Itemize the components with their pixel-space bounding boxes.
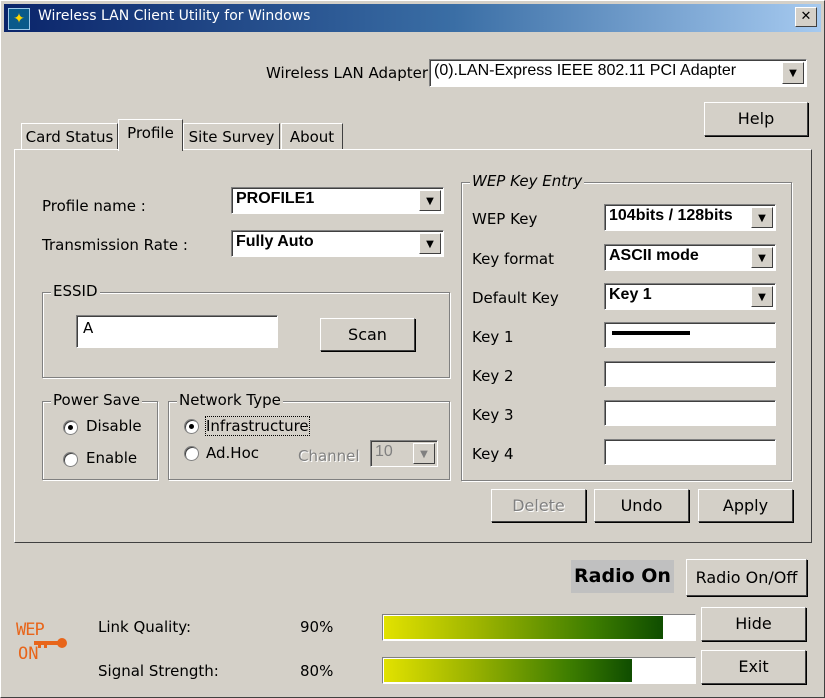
key-format-select[interactable]: ASCII mode ▼	[604, 244, 776, 271]
key2-label: Key 2	[472, 367, 514, 385]
signal-strength-label: Signal Strength:	[98, 662, 219, 680]
hide-button[interactable]: Hide	[701, 607, 806, 641]
exit-button[interactable]: Exit	[701, 650, 806, 684]
app-window: ✦ Wireless LAN Client Utility for Window…	[0, 0, 825, 698]
title-bar[interactable]: ✦ Wireless LAN Client Utility for Window…	[4, 4, 821, 32]
key3-label: Key 3	[472, 406, 514, 424]
window-title: Wireless LAN Client Utility for Windows	[38, 8, 311, 24]
default-key-label: Default Key	[472, 289, 559, 307]
wep-key-value: 104bits / 128bits	[609, 207, 733, 224]
key1-input[interactable]	[604, 322, 776, 348]
profile-name-select[interactable]: PROFILE1 ▼	[231, 187, 444, 214]
power-save-enable-label[interactable]: Enable	[86, 449, 137, 467]
signal-strength-bar	[382, 657, 696, 684]
chevron-down-icon[interactable]: ▼	[419, 233, 441, 254]
apply-button[interactable]: Apply	[698, 489, 793, 522]
app-icon: ✦	[8, 8, 30, 30]
wep-status-icon: WEP ON	[16, 620, 68, 672]
chevron-down-icon: ▼	[413, 443, 435, 464]
key1-label: Key 1	[472, 328, 514, 346]
wep-key-select[interactable]: 104bits / 128bits ▼	[604, 204, 776, 231]
help-button[interactable]: Help	[704, 102, 808, 136]
chevron-down-icon[interactable]: ▼	[751, 247, 773, 268]
key-format-label: Key format	[472, 250, 555, 268]
key4-label: Key 4	[472, 445, 514, 463]
link-quality-label: Link Quality:	[98, 618, 192, 636]
link-quality-fill	[384, 616, 663, 639]
power-save-title: Power Save	[51, 391, 142, 409]
delete-button[interactable]: Delete	[491, 489, 586, 522]
essid-input[interactable]: A	[76, 315, 278, 348]
profile-name-label: Profile name :	[42, 197, 146, 215]
adapter-select[interactable]: (0).LAN-Express IEEE 802.11 PCI Adapter …	[429, 59, 807, 87]
signal-strength-fill	[384, 659, 632, 682]
link-quality-value: 90%	[300, 618, 334, 636]
radio-status-indicator: Radio On	[571, 560, 674, 593]
power-save-disable-radio[interactable]	[63, 420, 78, 435]
tab-about[interactable]: About	[281, 123, 343, 150]
key-format-value: ASCII mode	[609, 247, 699, 264]
transmission-rate-value: Fully Auto	[236, 233, 314, 250]
default-key-value: Key 1	[609, 286, 652, 303]
power-save-group: Power Save	[42, 391, 158, 480]
essid-group-title: ESSID	[51, 282, 100, 300]
channel-value: 10	[375, 443, 393, 460]
tab-card-status[interactable]: Card Status	[21, 123, 118, 150]
chevron-down-icon[interactable]: ▼	[419, 190, 441, 211]
signal-strength-value: 80%	[300, 662, 334, 680]
masked-key-text	[612, 331, 690, 335]
adhoc-radio[interactable]	[184, 446, 199, 461]
power-save-disable-label[interactable]: Disable	[86, 417, 142, 435]
network-type-title: Network Type	[177, 391, 283, 409]
key3-input[interactable]	[604, 400, 776, 426]
close-button[interactable]: ✕	[795, 7, 817, 27]
key2-input[interactable]	[604, 361, 776, 387]
transmission-rate-select[interactable]: Fully Auto ▼	[231, 230, 444, 257]
default-key-select[interactable]: Key 1 ▼	[604, 283, 776, 310]
radio-toggle-button[interactable]: Radio On/Off	[686, 559, 807, 596]
infrastructure-label[interactable]: Infrastructure	[205, 416, 310, 436]
wep-key-label: WEP Key	[472, 210, 538, 228]
key4-input[interactable]	[604, 439, 776, 465]
adapter-label: Wireless LAN Adapter	[266, 64, 428, 82]
transmission-rate-label: Transmission Rate :	[42, 236, 188, 254]
tab-profile[interactable]: Profile	[118, 119, 183, 151]
chevron-down-icon[interactable]: ▼	[751, 286, 773, 307]
chevron-down-icon[interactable]: ▼	[751, 207, 773, 228]
profile-name-value: PROFILE1	[236, 190, 315, 207]
key-icon	[34, 634, 68, 648]
channel-select[interactable]: 10 ▼	[370, 440, 438, 467]
chevron-down-icon[interactable]: ▼	[782, 62, 804, 84]
power-save-enable-radio[interactable]	[63, 452, 78, 467]
adapter-value: (0).LAN-Express IEEE 802.11 PCI Adapter	[434, 62, 737, 79]
adhoc-label[interactable]: Ad.Hoc	[206, 444, 259, 462]
undo-button[interactable]: Undo	[594, 489, 689, 522]
infrastructure-radio[interactable]	[184, 419, 199, 434]
scan-button[interactable]: Scan	[320, 318, 415, 351]
tab-site-survey[interactable]: Site Survey	[183, 123, 280, 150]
wep-key-entry-title: WEP Key Entry	[470, 172, 585, 190]
link-quality-bar	[382, 614, 696, 641]
channel-label: Channel	[298, 447, 360, 465]
